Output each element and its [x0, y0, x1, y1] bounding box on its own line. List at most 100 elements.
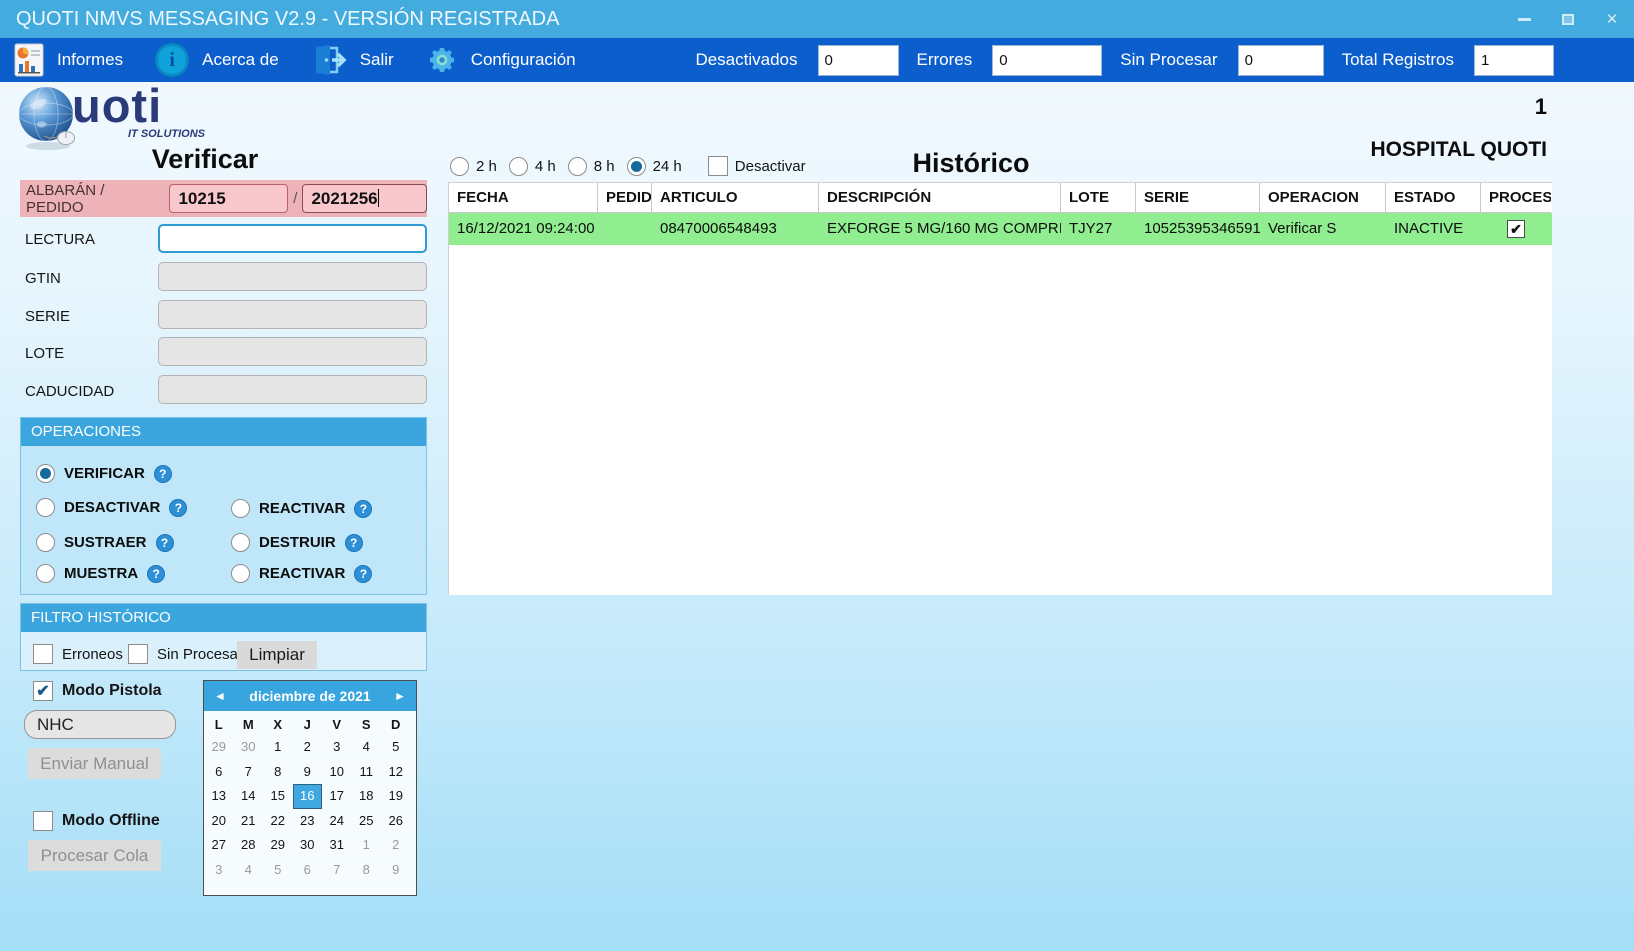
- radio-option-verificar[interactable]: VERIFICAR ?: [36, 464, 172, 483]
- calendar-day[interactable]: 9: [381, 858, 411, 883]
- calendar-day-selected[interactable]: 16: [293, 784, 323, 809]
- calendar-day[interactable]: 8: [352, 858, 382, 883]
- minimize-button[interactable]: [1502, 0, 1546, 38]
- menu-item-label: Salir: [360, 50, 394, 70]
- radio-option-muestra[interactable]: MUESTRA ?: [36, 564, 165, 583]
- calendar-day[interactable]: 10: [322, 760, 352, 785]
- calendar-day[interactable]: 17: [322, 784, 352, 809]
- column-header-descripcion[interactable]: DESCRIPCIÓN: [819, 183, 1061, 213]
- calendar-next-icon[interactable]: ►: [384, 689, 416, 703]
- help-icon[interactable]: ?: [345, 534, 363, 552]
- checkbox-desactivar[interactable]: Desactivar: [708, 156, 806, 176]
- help-icon[interactable]: ?: [147, 565, 165, 583]
- radio-icon: [627, 157, 646, 176]
- calendar-day[interactable]: 8: [263, 760, 293, 785]
- calendar-day[interactable]: 30: [234, 735, 264, 760]
- menu-item-informes[interactable]: Informes: [14, 43, 141, 77]
- calendar-day[interactable]: 9: [293, 760, 323, 785]
- help-icon[interactable]: ?: [156, 534, 174, 552]
- calendar-day[interactable]: 1: [263, 735, 293, 760]
- column-header-procesado[interactable]: PROCESADO: [1481, 183, 1551, 213]
- radio-icon: [450, 157, 469, 176]
- radio-option-reactivar-2[interactable]: REACTIVAR ?: [231, 564, 372, 583]
- calendar-day[interactable]: 7: [322, 858, 352, 883]
- calendar-day[interactable]: 25: [352, 809, 382, 834]
- calendar-day[interactable]: 14: [234, 784, 264, 809]
- column-header-articulo[interactable]: ARTICULO: [652, 183, 819, 213]
- calendar-day[interactable]: 19: [381, 784, 411, 809]
- pedido-input[interactable]: 2021256: [302, 184, 427, 213]
- nhc-input[interactable]: NHC: [24, 710, 176, 739]
- help-icon[interactable]: ?: [154, 465, 172, 483]
- day-name: M: [234, 711, 264, 735]
- checkbox-sin-procesar[interactable]: Sin Procesar: [128, 644, 243, 664]
- radio-label: 8 h: [594, 158, 615, 175]
- calendar-day[interactable]: 2: [293, 735, 323, 760]
- table-row[interactable]: 16/12/2021 09:24:00 08470006548493 EXFOR…: [449, 213, 1552, 245]
- menu-item-configuracion[interactable]: Configuración: [426, 44, 594, 76]
- radio-option-sustraer[interactable]: SUSTRAER ?: [36, 533, 174, 552]
- radio-option-desactivar[interactable]: DESACTIVAR ?: [36, 498, 187, 517]
- calendar-day[interactable]: 13: [204, 784, 234, 809]
- column-header-fecha[interactable]: FECHA: [449, 183, 598, 213]
- filtro-historico-header: FILTRO HISTÓRICO: [21, 604, 426, 632]
- calendar-day[interactable]: 7: [234, 760, 264, 785]
- help-icon[interactable]: ?: [354, 565, 372, 583]
- calendar-day[interactable]: 5: [263, 858, 293, 883]
- calendar-day[interactable]: 26: [381, 809, 411, 834]
- calendar-day[interactable]: 24: [322, 809, 352, 834]
- menu-item-salir[interactable]: Salir: [311, 44, 412, 76]
- calendar-day[interactable]: 4: [352, 735, 382, 760]
- calendar-day[interactable]: 31: [322, 833, 352, 858]
- calendar-day[interactable]: 11: [352, 760, 382, 785]
- maximize-button[interactable]: [1546, 0, 1590, 38]
- column-header-lote[interactable]: LOTE: [1061, 183, 1136, 213]
- calendar-day[interactable]: 6: [204, 760, 234, 785]
- counter-total-registros-value[interactable]: 1: [1474, 45, 1554, 76]
- menu-item-acerca-de[interactable]: i Acerca de: [155, 43, 297, 77]
- calendar-day[interactable]: 23: [293, 809, 323, 834]
- albaran-input[interactable]: 10215: [169, 184, 288, 213]
- radio-option-reactivar[interactable]: REACTIVAR ?: [231, 499, 372, 518]
- counter-sin-procesar-value[interactable]: 0: [1238, 45, 1324, 76]
- calendar-day[interactable]: 4: [234, 858, 264, 883]
- calendar-day[interactable]: 12: [381, 760, 411, 785]
- calendar-day[interactable]: 5: [381, 735, 411, 760]
- calendar-day[interactable]: 27: [204, 833, 234, 858]
- calendar-day[interactable]: 18: [352, 784, 382, 809]
- calendar-prev-icon[interactable]: ◄: [204, 689, 236, 703]
- radio-8h[interactable]: 8 h: [568, 157, 615, 176]
- lectura-input[interactable]: [158, 224, 427, 253]
- radio-4h[interactable]: 4 h: [509, 157, 556, 176]
- column-header-serie[interactable]: SERIE: [1136, 183, 1260, 213]
- column-header-pedido[interactable]: PEDIDO: [598, 183, 652, 213]
- calendar-day[interactable]: 15: [263, 784, 293, 809]
- close-button[interactable]: ✕: [1590, 0, 1634, 38]
- calendar-day[interactable]: 2: [381, 833, 411, 858]
- help-icon[interactable]: ?: [354, 500, 372, 518]
- procesado-checkbox[interactable]: ✔: [1507, 220, 1525, 238]
- calendar-day[interactable]: 21: [234, 809, 264, 834]
- calendar-day[interactable]: 6: [293, 858, 323, 883]
- counter-errores-value[interactable]: 0: [992, 45, 1102, 76]
- calendar-day[interactable]: 30: [293, 833, 323, 858]
- checkbox-erroneos[interactable]: Erroneos: [33, 644, 123, 664]
- column-header-operacion[interactable]: OPERACION: [1260, 183, 1386, 213]
- radio-24h[interactable]: 24 h: [627, 157, 682, 176]
- calendar-day[interactable]: 28: [234, 833, 264, 858]
- calendar-day[interactable]: 1: [352, 833, 382, 858]
- calendar-day[interactable]: 29: [263, 833, 293, 858]
- radio-2h[interactable]: 2 h: [450, 157, 497, 176]
- calendar-day[interactable]: 3: [204, 858, 234, 883]
- column-header-estado[interactable]: ESTADO: [1386, 183, 1481, 213]
- checkbox-modo-pistola[interactable]: ✔ Modo Pistola: [33, 681, 162, 701]
- calendar-day[interactable]: 29: [204, 735, 234, 760]
- checkbox-modo-offline[interactable]: Modo Offline: [33, 811, 160, 831]
- counter-desactivados-value[interactable]: 0: [818, 45, 899, 76]
- calendar-day[interactable]: 20: [204, 809, 234, 834]
- limpiar-button[interactable]: Limpiar: [237, 641, 317, 669]
- calendar-day[interactable]: 22: [263, 809, 293, 834]
- radio-option-destruir[interactable]: DESTRUIR ?: [231, 533, 363, 552]
- help-icon[interactable]: ?: [169, 499, 187, 517]
- calendar-day[interactable]: 3: [322, 735, 352, 760]
